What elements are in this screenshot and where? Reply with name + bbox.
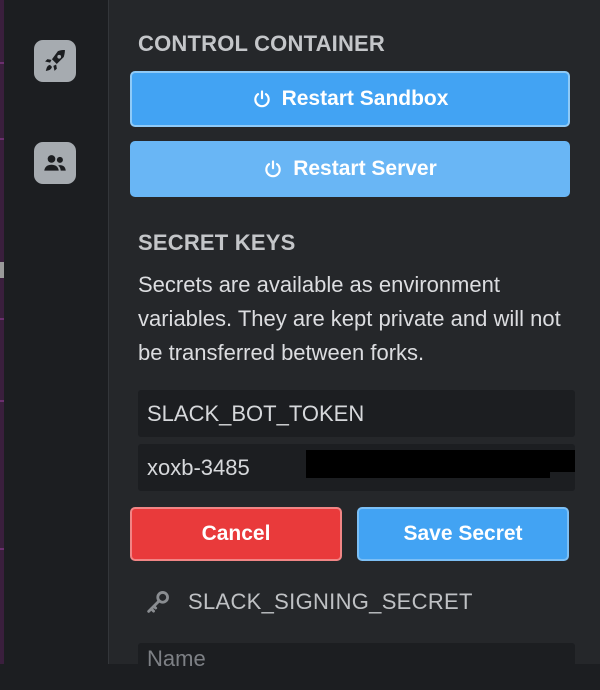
- users-icon: [44, 155, 66, 171]
- save-secret-label: Save Secret: [403, 522, 523, 545]
- restart-server-button[interactable]: Restart Server: [130, 141, 570, 197]
- restart-sandbox-button[interactable]: Restart Sandbox: [130, 71, 570, 127]
- restart-sandbox-label: Restart Sandbox: [281, 87, 449, 110]
- restart-server-label: Restart Server: [293, 157, 437, 180]
- existing-secret-name: SLACK_SIGNING_SECRET: [188, 589, 473, 614]
- secret-value-text: xoxb-3485: [147, 455, 250, 480]
- new-secret-name-input[interactable]: [138, 643, 575, 690]
- save-secret-button[interactable]: Save Secret: [357, 507, 569, 561]
- key-icon: [147, 591, 169, 613]
- rocket-icon: [45, 50, 65, 72]
- secret-value-input[interactable]: xoxb-3485: [138, 444, 575, 491]
- sidebar-item-deploy[interactable]: [34, 40, 76, 82]
- control-container-title: CONTROL CONTAINER: [138, 31, 386, 56]
- secrets-panel: CONTROL CONTAINER Restart Sandbox Restar…: [109, 0, 600, 690]
- secret-keys-title: SECRET KEYS: [138, 230, 296, 255]
- power-icon: [253, 90, 270, 108]
- cancel-label: Cancel: [201, 522, 271, 545]
- power-icon: [265, 160, 281, 178]
- cancel-button[interactable]: Cancel: [130, 507, 342, 561]
- sidebar-item-users[interactable]: [34, 142, 76, 184]
- redaction-bar: [306, 468, 550, 478]
- existing-secret-item[interactable]: SLACK_SIGNING_SECRET: [144, 584, 473, 620]
- sidebar-rail: [4, 0, 108, 664]
- secret-keys-description: Secrets are available as environment var…: [138, 272, 561, 365]
- secret-key-input[interactable]: SLACK_BOT_TOKEN: [138, 390, 575, 437]
